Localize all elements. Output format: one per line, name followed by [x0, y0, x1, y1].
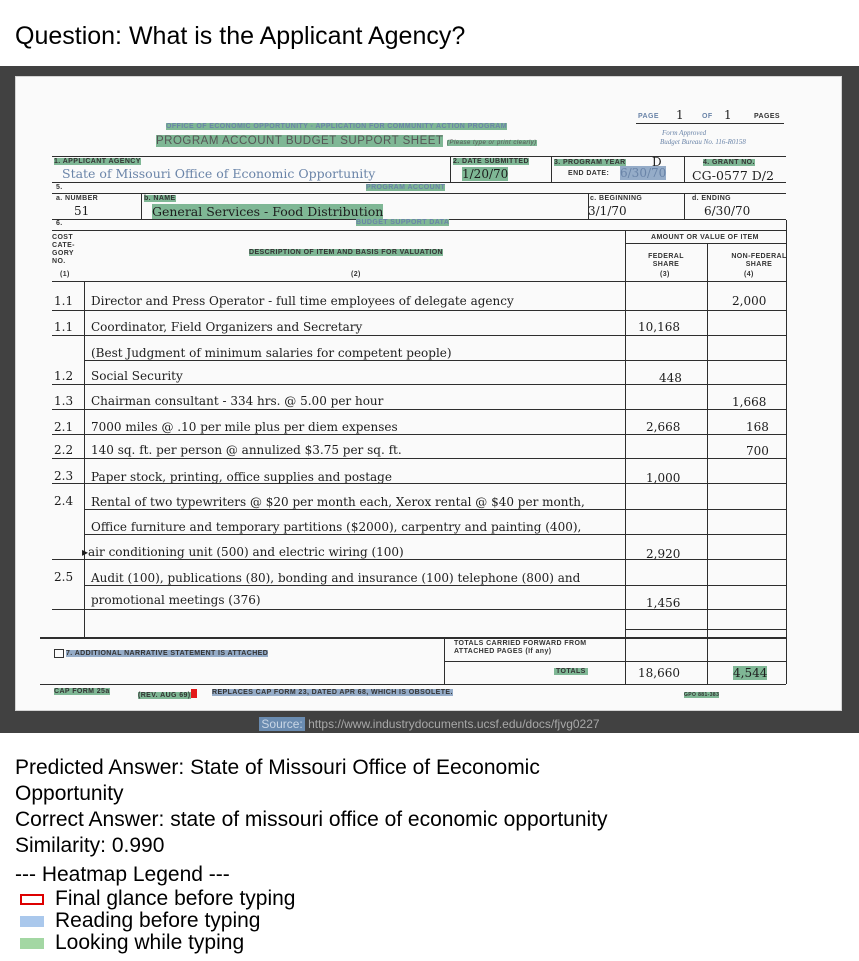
source-url: https://www.industrydocuments.ucsf.edu/d…: [308, 717, 600, 731]
row-nonfederal: 168: [746, 420, 769, 434]
document-page: PAGE 1 OF 1 PAGES Form Approved Budget B…: [15, 76, 842, 711]
row-description: Chairman consultant - 334 hrs. @ 5.00 pe…: [91, 394, 384, 408]
beginning-label: c. BEGINNING: [590, 195, 643, 202]
program-account-header: PROGRAM ACCOUNT: [366, 184, 446, 191]
heatmap-legend: --- Heatmap Legend --- Final glance befo…: [15, 864, 296, 954]
row-description: Paper stock, printing, office supplies a…: [91, 470, 392, 484]
row-description: 7000 miles @ .10 per mile plus per diem …: [91, 420, 398, 434]
total-federal: 18,660: [638, 666, 680, 680]
number-label: a. NUMBER: [56, 195, 99, 202]
row-description: Rental of two typewriters @ $20 per mont…: [91, 495, 585, 509]
form-title: OFFICE OF ECONOMIC OPPORTUNITY - APPLICA…: [166, 123, 507, 130]
end-date-label: END DATE:: [568, 170, 610, 177]
number-value: 51: [74, 204, 90, 218]
budget-support-header: BUDGET SUPPORT DATA: [356, 219, 450, 226]
program-year-label: 3. PROGRAM YEAR: [554, 159, 626, 166]
document-scan: PAGE 1 OF 1 PAGES Form Approved Budget B…: [0, 66, 859, 733]
row-category: 2.4: [54, 494, 74, 508]
grant-no-value: CG-0577 D/2: [692, 168, 774, 183]
ending-label: d. ENDING: [692, 195, 731, 202]
row-federal: 2,668: [646, 420, 681, 434]
row-category: 1.2: [54, 369, 74, 383]
row-category: 2.3: [54, 469, 74, 483]
row-category: 2.5: [54, 570, 74, 584]
red-outline-swatch: [20, 894, 44, 905]
row-description: 140 sq. ft. per person @ annulized $3.75…: [91, 443, 402, 457]
col4-label: (4): [744, 271, 754, 278]
row-category: 1.1: [54, 294, 74, 308]
nonfederal-share-label: NON-FEDERAL SHARE: [731, 253, 787, 268]
row-description: (Best Judgment of minimum salaries for c…: [91, 346, 452, 360]
totals-forward-label: TOTALS CARRIED FORWARD FROM ATTACHED PAG…: [454, 640, 587, 655]
predicted-answer: Predicted Answer: State of Missouri Offi…: [15, 756, 540, 805]
row-description: ▸air conditioning unit (500) and electri…: [82, 545, 404, 559]
section-6-label: 6.: [56, 220, 63, 227]
name-label: b. NAME: [144, 195, 176, 202]
row-description: Office furniture and temporary partition…: [91, 520, 582, 534]
col3-label: (3): [660, 271, 670, 278]
row-federal: 1,456: [646, 596, 681, 610]
date-submitted-value: 1/20/70: [462, 167, 509, 181]
page-number: 1: [676, 108, 684, 122]
replaces-note: REPLACES CAP FORM 23, DATED APR 68, WHIC…: [212, 689, 453, 696]
pages-label: PAGES: [754, 113, 780, 120]
ending-value: 6/30/70: [704, 204, 751, 218]
row-federal: 10,168: [638, 320, 680, 334]
question-text: Question: What is the Applicant Agency?: [15, 22, 466, 50]
gpo-number: GPO 881-383: [684, 692, 720, 698]
of-number: 1: [724, 108, 732, 122]
row-category: 1.1: [54, 320, 74, 334]
source-bar: Source: https://www.industrydocuments.uc…: [0, 715, 859, 733]
date-submitted-label: 2. DATE SUBMITTED: [453, 158, 529, 165]
row-nonfederal: 1,668: [732, 395, 767, 409]
similarity-score: Similarity: 0.990: [15, 834, 165, 857]
legend-item-typing: Looking while typing: [15, 932, 296, 954]
revision-date: (REV. AUG 69): [138, 689, 197, 699]
totals-label: TOTALS: [554, 668, 588, 675]
applicant-agency-label: 1. APPLICANT AGENCY: [54, 158, 141, 165]
row-description: Coordinator, Field Organizers and Secret…: [91, 320, 363, 334]
of-label: OF: [702, 113, 713, 120]
name-value: General Services - Food Distribution: [152, 204, 384, 219]
green-swatch: [20, 938, 44, 949]
row-nonfederal: 700: [746, 444, 769, 458]
amount-label: AMOUNT OR VALUE OF ITEM: [651, 234, 759, 241]
form-approved: Form Approved: [662, 129, 707, 137]
row-nonfederal: 2,000: [732, 294, 767, 308]
row-description: Audit (100), publications (80), bonding …: [91, 571, 581, 585]
page-label: PAGE: [638, 113, 659, 120]
correct-answer: Correct Answer: state of missouri office…: [15, 808, 608, 831]
beginning-value: 3/1/70: [588, 204, 627, 218]
form-subtitle: PROGRAM ACCOUNT BUDGET SUPPORT SHEET (Pl…: [156, 135, 537, 147]
budget-bureau-no: Budget Bureau No. 116-R0158: [660, 138, 746, 146]
col2-label: (2): [351, 271, 361, 278]
legend-title: --- Heatmap Legend ---: [15, 863, 230, 886]
legend-item-reading: Reading before typing: [15, 910, 296, 932]
row-category: 1.3: [54, 394, 74, 408]
grant-no-label: 4. GRANT NO.: [703, 159, 755, 166]
legend-item-final-glance: Final glance before typing: [15, 888, 296, 910]
federal-share-label: FEDERAL SHARE: [648, 253, 684, 268]
row-category: 2.1: [54, 420, 74, 434]
blue-swatch: [20, 916, 44, 927]
cap-form-label: CAP FORM 25a: [54, 688, 110, 695]
description-label: DESCRIPTION OF ITEM AND BASIS FOR VALUAT…: [249, 249, 444, 256]
row-description: Social Security: [91, 369, 183, 383]
section-5-label: 5.: [56, 184, 63, 191]
row-description: Director and Press Operator - full time …: [91, 294, 514, 308]
applicant-agency-value: State of Missouri Office of Economic Opp…: [62, 166, 376, 181]
total-nonfederal: 4,544: [733, 666, 768, 680]
narrative-checkbox: [54, 649, 64, 658]
col1-label: (1): [60, 271, 70, 278]
row-federal: 448: [659, 371, 682, 385]
row-category: 2.2: [54, 443, 74, 457]
row-description: promotional meetings (376): [91, 593, 261, 607]
end-date-value: 6/30/70: [620, 166, 667, 180]
source-label: Source:: [259, 717, 305, 731]
cost-category-label: COST CATE- GORY NO.: [52, 234, 75, 265]
additional-narrative: 7. ADDITIONAL NARRATIVE STATEMENT IS ATT…: [54, 649, 269, 658]
answer-panel: Predicted Answer: State of Missouri Offi…: [15, 755, 645, 859]
